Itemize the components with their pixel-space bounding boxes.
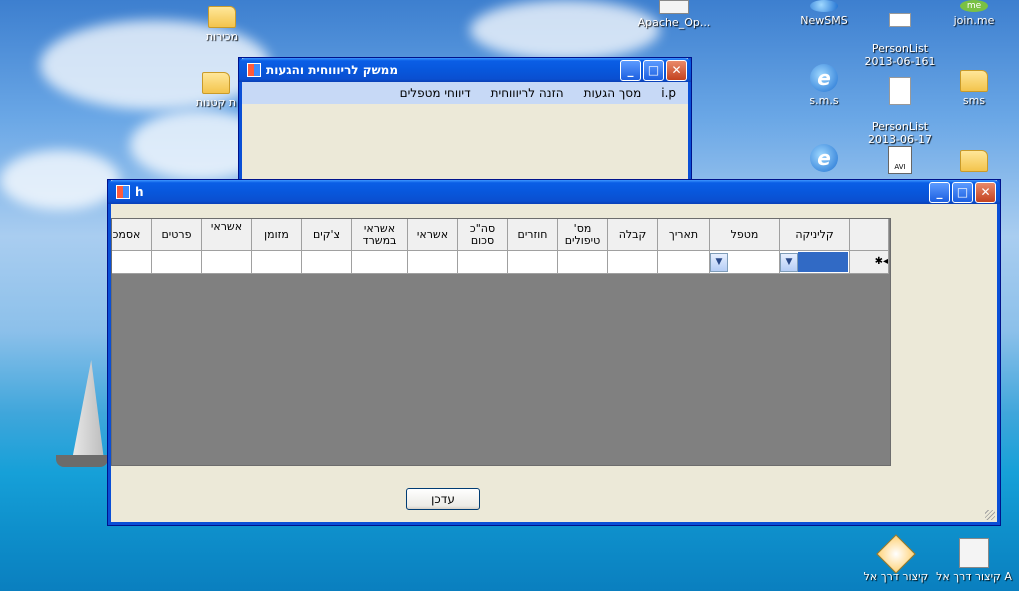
cell-therapist[interactable]: ▼	[710, 251, 780, 274]
cell-office-credit[interactable]	[352, 251, 408, 274]
video-file-icon: AVI	[888, 146, 912, 174]
data-grid[interactable]: ✱◂ קליניקה מטפל תאריך קבלה מס' טיפולים ח…	[111, 218, 891, 466]
desktop-icon-joinme[interactable]: me join.me	[934, 0, 1014, 27]
column-header-reference[interactable]: אסמכ	[112, 219, 152, 251]
cell-reference[interactable]	[112, 251, 152, 274]
cell-total[interactable]	[458, 251, 508, 274]
row-header-corner	[850, 219, 889, 251]
back-window-menubar: i.p מסך הגעות הזנה לריוווחית דיווחי מטפל…	[242, 82, 688, 104]
column-header-returning[interactable]: חוזרים	[508, 219, 558, 251]
menu-item-arrivals[interactable]: מסך הגעות	[584, 86, 642, 100]
cell-cash[interactable]	[252, 251, 302, 274]
column-header-credit[interactable]: אשראי	[408, 219, 458, 251]
update-button[interactable]: עדכן	[406, 488, 480, 510]
folder-icon	[960, 70, 988, 92]
column-header-checks[interactable]: צ'קים	[302, 219, 352, 251]
cell-credit-2[interactable]	[202, 251, 252, 274]
column-header-date[interactable]: תאריך	[658, 219, 710, 251]
column-header-office-credit[interactable]: אשראי במשרד	[352, 219, 408, 251]
chevron-down-icon[interactable]: ▼	[710, 253, 728, 272]
menu-item-ip[interactable]: i.p	[661, 86, 676, 100]
column-header-therapist[interactable]: מטפל	[710, 219, 780, 251]
column-header-treatments-count[interactable]: מס' טיפולים	[558, 219, 608, 251]
desktop-icon-label: join.me	[953, 14, 995, 27]
shortcut-icon	[659, 0, 689, 14]
cell-receipt[interactable]	[608, 251, 658, 274]
cell-date[interactable]	[658, 251, 710, 274]
main-window-title: h	[135, 185, 144, 199]
desktop-icon-label: s.m.s	[809, 94, 839, 107]
text-file-icon	[889, 13, 911, 27]
folder-icon	[202, 72, 230, 94]
cell-credit[interactable]	[408, 251, 458, 274]
menu-item-therapist-reports[interactable]: דיווחי מטפלים	[400, 86, 471, 100]
desktop-icon-label: מכירות	[205, 30, 239, 43]
desktop-icon-shortcut-1[interactable]: קיצור דרך אל	[856, 534, 936, 583]
desktop-icon-label: PersonList 2013-06-17	[868, 120, 932, 146]
joinme-icon: me	[960, 0, 988, 12]
minimize-button[interactable]: _	[929, 182, 950, 203]
desktop-icon-apache[interactable]: Apache_Op...	[634, 0, 714, 29]
minimize-button[interactable]: _	[620, 60, 641, 81]
cell-returning[interactable]	[508, 251, 558, 274]
desktop-icon-sms-ie[interactable]: e s.m.s	[784, 64, 864, 107]
app-icon	[247, 63, 261, 77]
folder-icon	[960, 150, 988, 172]
column-header-total[interactable]: סה"כ סכום	[458, 219, 508, 251]
main-window[interactable]: h _ □ ✕ ✱◂ קליניקה מטפל תאריך קבלה מס' ט…	[108, 180, 1000, 525]
desktop-icon-personlist-2[interactable]: PersonList 2013-06-17	[860, 64, 940, 146]
resize-grip[interactable]	[985, 510, 995, 520]
column-header-cash[interactable]: מזומן	[252, 219, 302, 251]
desktop-icon-sales-folder[interactable]: מכירות	[182, 0, 262, 43]
desktop-icon-label: קיצור דרך אל A	[936, 570, 1012, 583]
internet-explorer-icon	[810, 0, 838, 12]
column-header-clinic[interactable]: קליניקה	[780, 219, 850, 251]
back-window-title: ממשק לריוווחית והגעות	[266, 63, 399, 77]
desktop-icon-sms-folder[interactable]: sms	[934, 64, 1014, 107]
sailboat-sail	[72, 360, 104, 460]
menu-item-profit-entry[interactable]: הזנה לריוווחית	[491, 86, 564, 100]
desktop-icon-label: Apache_Op...	[637, 16, 711, 29]
back-window[interactable]: ממשק לריוווחית והגעות _ □ ✕ i.p מסך הגעו…	[239, 58, 691, 187]
selected-cell-highlight	[798, 252, 848, 272]
maximize-button[interactable]: □	[643, 60, 664, 81]
internet-explorer-icon: e	[810, 144, 838, 172]
back-window-titlebar[interactable]: ממשק לריוווחית והגעות _ □ ✕	[239, 58, 691, 82]
close-button[interactable]: ✕	[975, 182, 996, 203]
cell-checks[interactable]	[302, 251, 352, 274]
column-header-details[interactable]: פרטים	[152, 219, 202, 251]
desktop-icon-ie[interactable]: e	[784, 144, 864, 174]
desktop-icon-folder-3[interactable]	[934, 144, 1014, 174]
shortcut-icon	[959, 538, 989, 568]
desktop-icon-personlist-1[interactable]: PersonList 2013-06-161	[860, 0, 940, 68]
desktop-icon-label: NewSMS	[800, 14, 848, 27]
folder-icon	[208, 6, 236, 28]
desktop-icon-avi[interactable]: AVI	[860, 146, 940, 176]
desktop-icon-shortcut-2[interactable]: קיצור דרך אל A	[934, 538, 1014, 583]
internet-explorer-icon: e	[810, 64, 838, 92]
cell-details[interactable]	[152, 251, 202, 274]
desktop-icon-label: ת קטנות	[195, 96, 237, 109]
text-file-icon	[889, 77, 911, 105]
app-icon	[116, 185, 130, 199]
new-row-marker[interactable]: ✱◂	[850, 251, 889, 274]
sailboat-hull	[56, 455, 108, 467]
image-file-icon	[876, 534, 916, 574]
maximize-button[interactable]: □	[952, 182, 973, 203]
desktop-icon-label: sms	[962, 94, 986, 107]
close-button[interactable]: ✕	[666, 60, 687, 81]
cell-clinic[interactable]: ▼	[780, 251, 850, 274]
cell-treatments-count[interactable]	[558, 251, 608, 274]
chevron-down-icon[interactable]: ▼	[780, 253, 798, 272]
main-window-titlebar[interactable]: h _ □ ✕	[108, 180, 1000, 204]
desktop-icon-newsms[interactable]: NewSMS	[784, 0, 864, 27]
column-header-receipt[interactable]: קבלה	[608, 219, 658, 251]
column-header-credit-2[interactable]: אשראי	[202, 219, 252, 251]
